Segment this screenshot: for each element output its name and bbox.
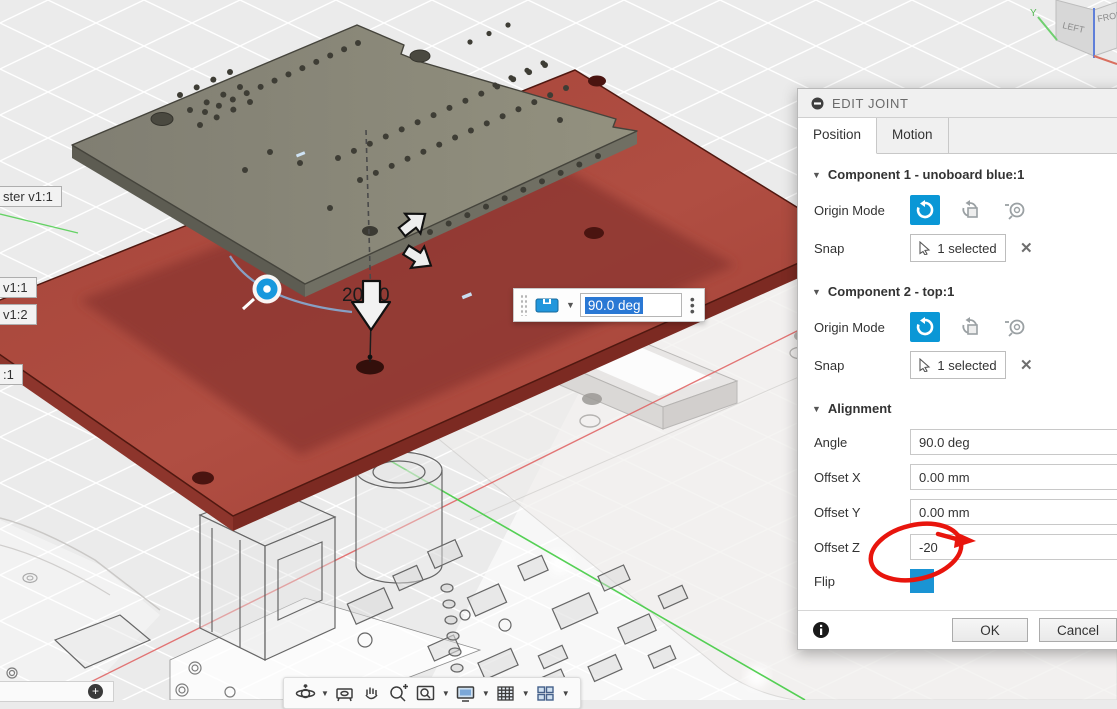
snap-label: Snap bbox=[814, 241, 910, 256]
drag-handle[interactable] bbox=[520, 294, 528, 316]
tab-position[interactable]: Position bbox=[798, 118, 877, 154]
origin-mode-between-faces-button[interactable] bbox=[955, 195, 985, 225]
flip-checkbox[interactable] bbox=[910, 569, 934, 593]
component-label-master[interactable]: ster v1:1 bbox=[0, 186, 62, 207]
section-component2[interactable]: ▼ Component 2 - top:1 bbox=[798, 271, 1117, 303]
tab-motion[interactable]: Motion bbox=[877, 118, 949, 153]
offset-x-label: Offset X bbox=[814, 470, 910, 485]
component-label-1[interactable]: :1 bbox=[0, 364, 23, 385]
origin-mode-simple-button-2[interactable] bbox=[910, 312, 940, 342]
fit-icon[interactable] bbox=[414, 681, 438, 705]
component-label-v12[interactable]: v1:2 bbox=[0, 304, 37, 325]
dialog-footer: OK Cancel bbox=[798, 610, 1117, 649]
offset-y-field[interactable] bbox=[910, 499, 1117, 525]
origin-mode-two-edges-button[interactable] bbox=[1000, 195, 1030, 225]
flip-label: Flip bbox=[814, 574, 910, 589]
ok-button[interactable]: OK bbox=[952, 618, 1028, 642]
more-options-menu[interactable]: ••• bbox=[687, 296, 698, 315]
origin-mode-simple-button[interactable] bbox=[910, 195, 940, 225]
origin-mode-two-edges-button-2[interactable] bbox=[1000, 312, 1030, 342]
origin-mode-between-faces-button-2[interactable] bbox=[955, 312, 985, 342]
orbit-icon[interactable] bbox=[293, 681, 317, 705]
cursor-icon bbox=[919, 241, 931, 255]
look-at-icon[interactable] bbox=[333, 681, 357, 705]
simple-origin-icon bbox=[915, 200, 935, 220]
zoom-icon[interactable] bbox=[387, 681, 411, 705]
collapse-triangle-icon: ▼ bbox=[812, 404, 821, 414]
display-settings-icon[interactable] bbox=[454, 681, 478, 705]
angle-label: Angle bbox=[814, 435, 910, 450]
angle-value-selected-text: 90.0 deg bbox=[585, 297, 644, 314]
snap-label: Snap bbox=[814, 358, 910, 373]
clear-selection-icon[interactable]: ✕ bbox=[1020, 356, 1033, 374]
snap-selection-component1[interactable]: 1 selected bbox=[910, 234, 1006, 262]
edit-joint-dialog: EDIT JOINT Position Motion ▼ Component 1… bbox=[797, 88, 1117, 650]
offset-z-label: Offset Z bbox=[814, 540, 910, 555]
view-cube[interactable]: LEFT FRONT Y bbox=[1027, 0, 1117, 70]
dialog-title: EDIT JOINT bbox=[832, 96, 909, 111]
collapse-triangle-icon: ▼ bbox=[812, 287, 821, 297]
grid-caret-icon[interactable]: ▼ bbox=[521, 689, 531, 698]
joint-type-caret[interactable]: ▼ bbox=[566, 301, 575, 310]
section-alignment[interactable]: ▼ Alignment bbox=[798, 388, 1117, 420]
clear-selection-icon[interactable]: ✕ bbox=[1020, 239, 1033, 257]
offset-z-field[interactable] bbox=[910, 534, 1117, 560]
viewports-caret-icon[interactable]: ▼ bbox=[561, 689, 571, 698]
view-cube-y-axis-label: Y bbox=[1030, 8, 1037, 19]
pan-icon[interactable] bbox=[360, 681, 384, 705]
between-two-edges-icon bbox=[1004, 316, 1026, 338]
viewports-icon[interactable] bbox=[534, 681, 558, 705]
origin-mode-label: Origin Mode bbox=[814, 203, 910, 218]
dialog-tabs: Position Motion bbox=[798, 118, 1117, 154]
joint-type-button[interactable] bbox=[533, 294, 561, 316]
between-two-faces-icon bbox=[959, 316, 981, 338]
rigid-joint-icon bbox=[535, 296, 559, 314]
fit-caret-icon[interactable]: ▼ bbox=[441, 689, 451, 698]
joint-origin-marker[interactable] bbox=[253, 275, 282, 304]
expand-plus-icon[interactable]: + bbox=[88, 684, 103, 699]
between-two-faces-icon bbox=[959, 199, 981, 221]
offset-x-field[interactable] bbox=[910, 464, 1117, 490]
cursor-icon bbox=[919, 358, 931, 372]
dialog-titlebar[interactable]: EDIT JOINT bbox=[798, 89, 1117, 118]
info-icon[interactable] bbox=[812, 621, 830, 639]
offset-y-label: Offset Y bbox=[814, 505, 910, 520]
navigation-toolbar: ▼ ▼ ▼ bbox=[283, 677, 581, 709]
grid-settings-icon[interactable] bbox=[494, 681, 518, 705]
joint-value-toolbar: ▼ 90.0 deg ••• bbox=[513, 288, 705, 322]
simple-origin-icon bbox=[915, 317, 935, 337]
origin-mode-label: Origin Mode bbox=[814, 320, 910, 335]
comments-bar: + bbox=[0, 681, 114, 702]
cancel-button[interactable]: Cancel bbox=[1039, 618, 1117, 642]
joint-dialog-icon bbox=[811, 97, 824, 110]
collapse-triangle-icon: ▼ bbox=[812, 170, 821, 180]
angle-field[interactable] bbox=[910, 429, 1117, 455]
angle-value-input[interactable]: 90.0 deg bbox=[580, 293, 682, 317]
display-caret-icon[interactable]: ▼ bbox=[481, 689, 491, 698]
between-two-edges-icon bbox=[1004, 199, 1026, 221]
snap-selection-component2[interactable]: 1 selected bbox=[910, 351, 1006, 379]
component-label-v11[interactable]: v1:1 bbox=[0, 277, 37, 298]
orbit-caret-icon[interactable]: ▼ bbox=[320, 689, 330, 698]
section-component1[interactable]: ▼ Component 1 - unoboard blue:1 bbox=[798, 154, 1117, 186]
